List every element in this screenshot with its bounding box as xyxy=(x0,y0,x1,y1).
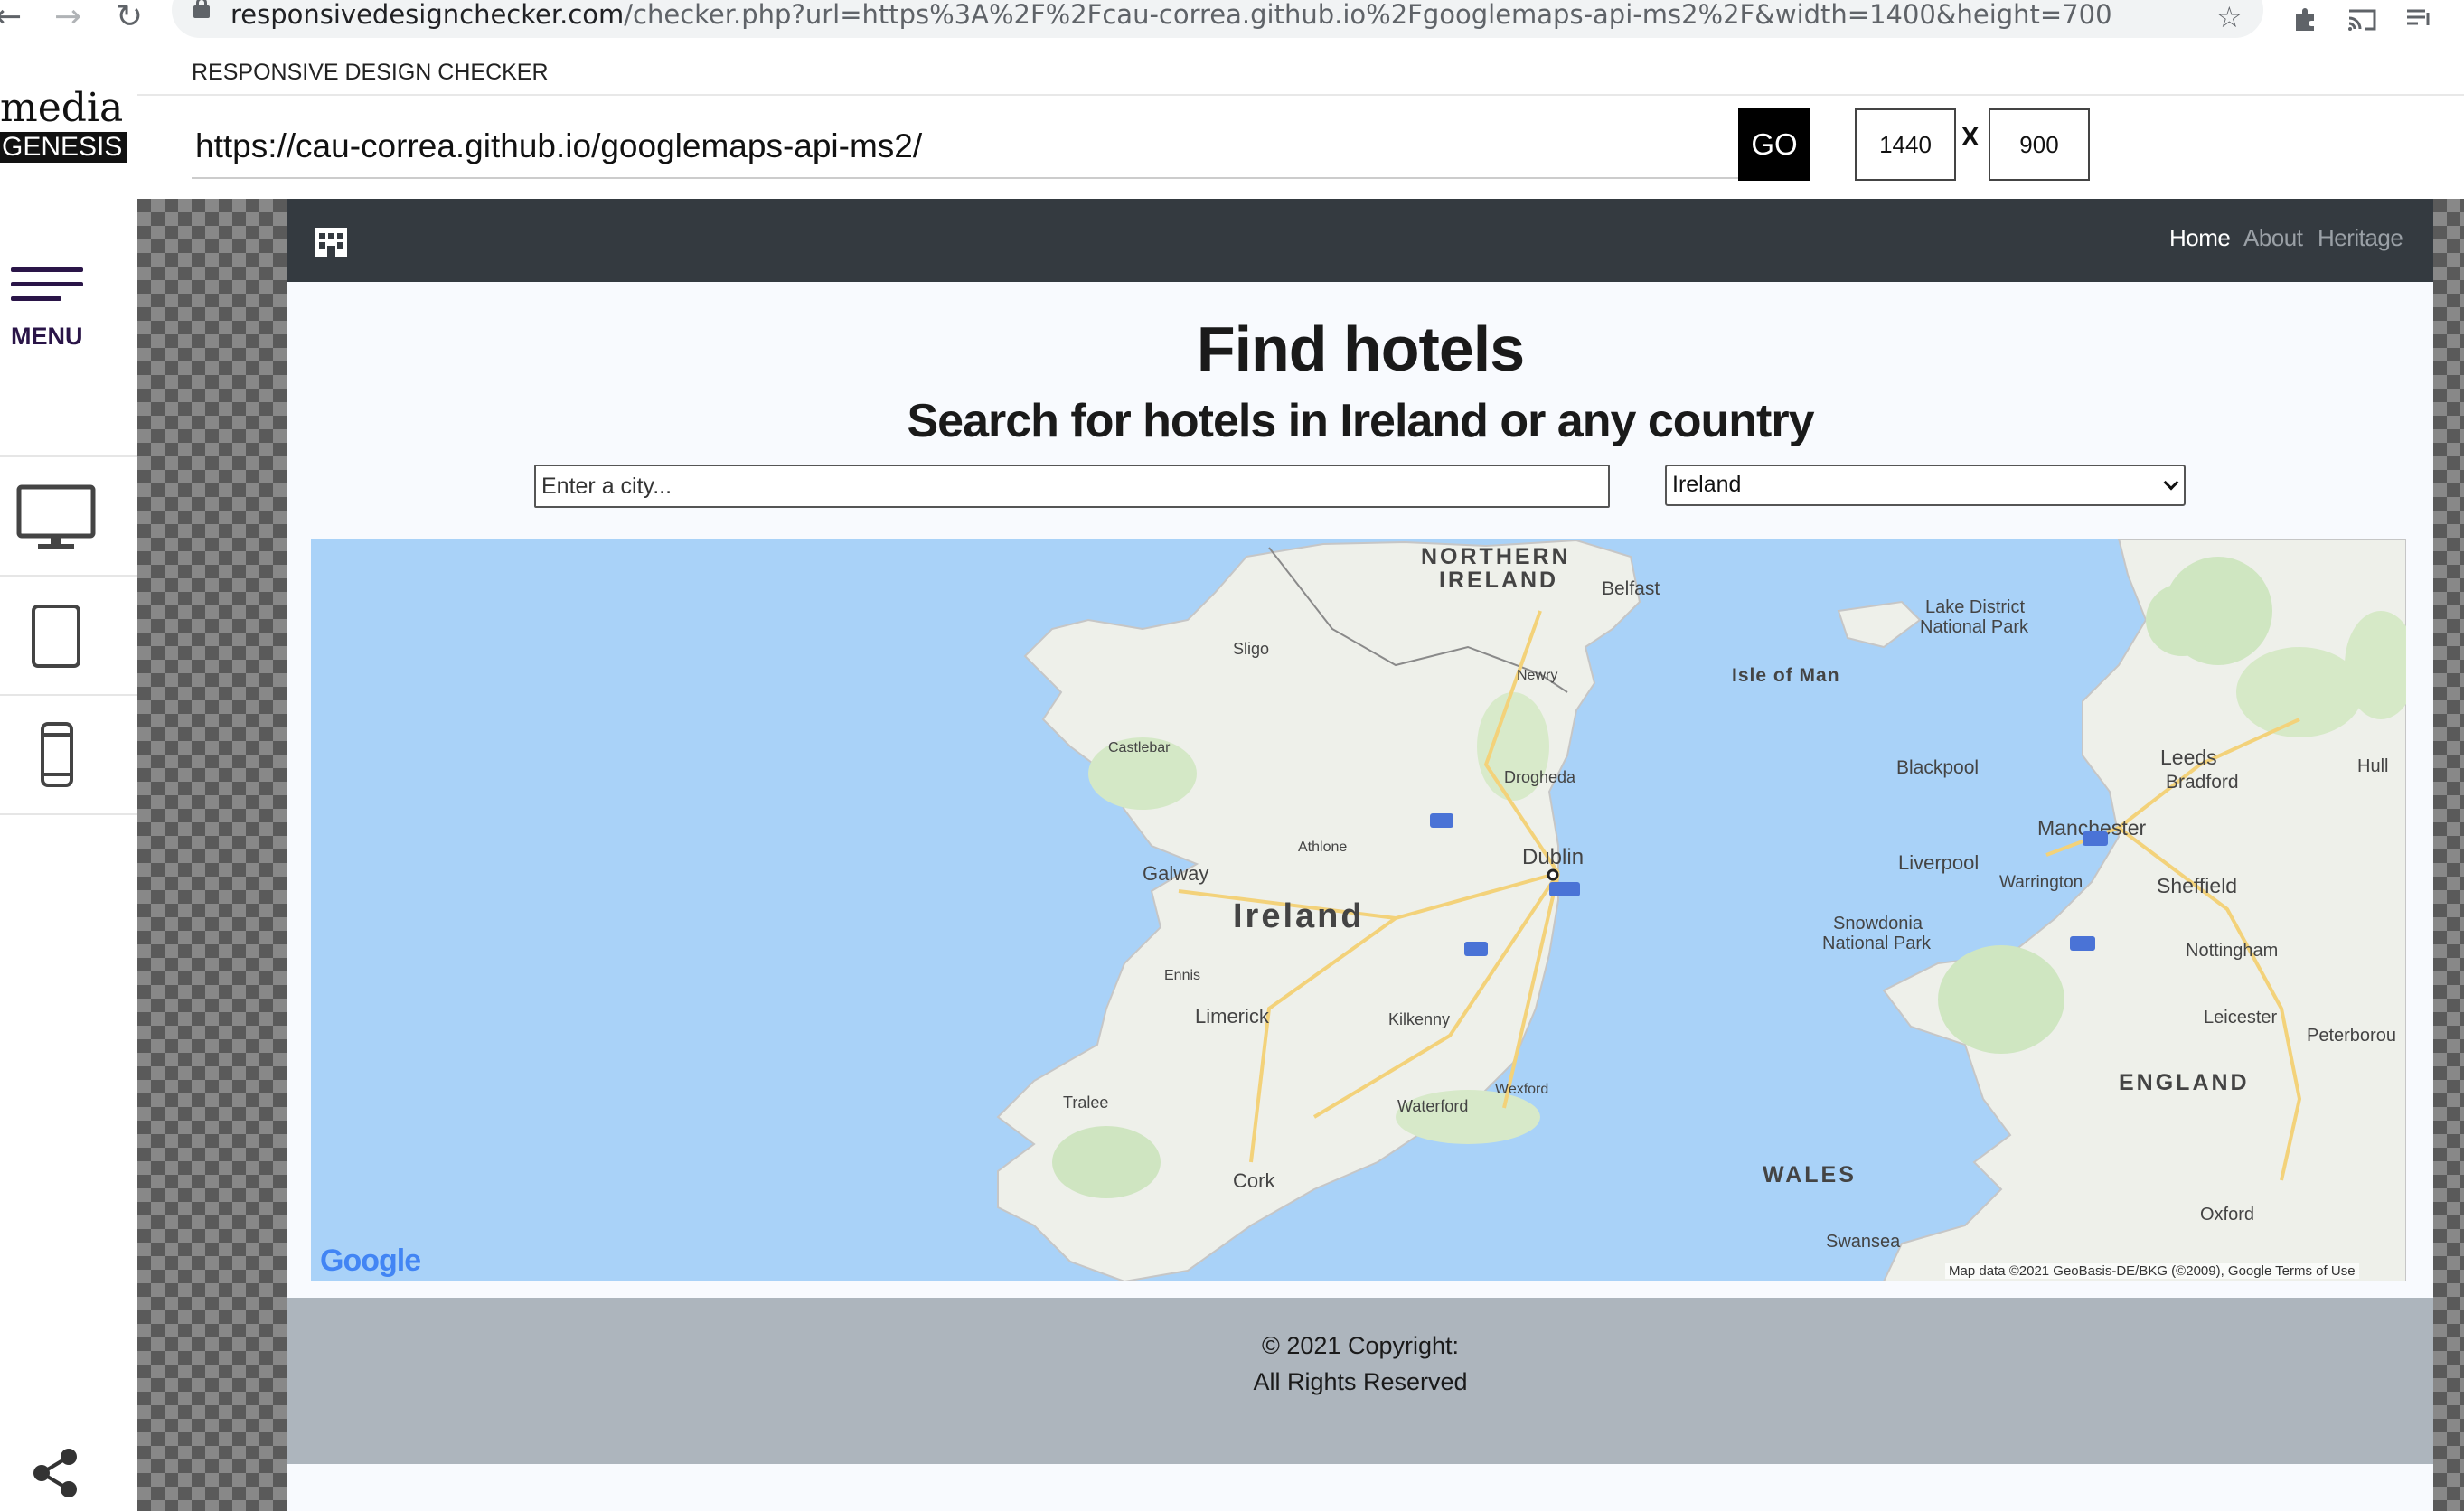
map-label-bradford: Bradford xyxy=(2166,772,2239,793)
map-label-ennis: Ennis xyxy=(1164,968,1200,983)
site-preview-frame: Home About Heritage Find hotels Search f… xyxy=(287,199,2433,1511)
desktop-icon xyxy=(16,484,96,549)
forward-arrow-icon[interactable]: → xyxy=(54,0,81,35)
go-button[interactable]: GO xyxy=(1738,108,1810,181)
nav-about-link[interactable]: About xyxy=(2243,224,2303,252)
map-label-sheffield: Sheffield xyxy=(2157,874,2237,897)
reload-icon[interactable]: ↻ xyxy=(116,0,143,35)
map-label-lake-district-2: National Park xyxy=(1920,617,2029,637)
footer-rights: All Rights Reserved xyxy=(1253,1368,1468,1395)
great-britain-landmass xyxy=(1882,539,2406,1281)
dimension-separator: X xyxy=(1961,123,1980,152)
map-canvas: NORTHERN IRELAND Ireland Isle of Man WAL… xyxy=(996,539,2406,1281)
browser-toolbar: ← → ↻ responsivedesignchecker.com/checke… xyxy=(0,0,2464,40)
back-arrow-icon[interactable]: ← xyxy=(0,0,22,35)
height-input[interactable] xyxy=(1989,108,2090,181)
nav-home-link[interactable]: Home xyxy=(2169,224,2231,252)
hamburger-line xyxy=(11,282,83,286)
map-label-wexford: Wexford xyxy=(1495,1082,1548,1097)
map-label-peterborough: Peterborou xyxy=(2307,1026,2396,1046)
isle-of-man xyxy=(1837,600,1922,649)
page-title: Find hotels xyxy=(1196,314,1525,384)
map-label-leeds: Leeds xyxy=(2160,746,2217,769)
map-label-swansea: Swansea xyxy=(1826,1232,1901,1252)
hamburger-icon xyxy=(11,267,83,272)
desktop-device-button[interactable] xyxy=(0,457,137,575)
tablet-device-button[interactable] xyxy=(0,577,137,694)
brand-logo-subtext: GENESIS xyxy=(0,132,128,163)
divider xyxy=(137,94,2464,96)
google-map[interactable]: NORTHERN IRELAND Ireland Isle of Man WAL… xyxy=(311,539,2406,1281)
nav-heritage-link[interactable]: Heritage xyxy=(2318,224,2403,252)
country-select-value: Ireland xyxy=(1672,472,1742,497)
map-label-hull: Hull xyxy=(2357,756,2388,776)
map-label-galway: Galway xyxy=(1143,862,1208,885)
checker-title: RESPONSIVE DESIGN CHECKER xyxy=(192,60,549,85)
brand-logo-text: media xyxy=(0,85,124,131)
phone-device-button[interactable] xyxy=(0,696,137,813)
map-label-nottingham: Nottingham xyxy=(2186,941,2278,961)
tablet-icon xyxy=(32,605,80,668)
preview-background xyxy=(2433,199,2464,1511)
map-label-athlone: Athlone xyxy=(1298,840,1347,855)
google-logo-text: Google xyxy=(320,1244,421,1278)
city-search-input[interactable] xyxy=(534,465,1610,508)
map-label-warrington: Warrington xyxy=(1999,873,2083,892)
map-label-england: ENGLAND xyxy=(2119,1070,2250,1095)
map-label-newry: Newry xyxy=(1517,668,1557,683)
map-attribution[interactable]: Map data ©2021 GeoBasis-DE/BKG (©2009), … xyxy=(1945,1263,2359,1279)
map-label-oxford: Oxford xyxy=(2200,1205,2254,1225)
map-label-sligo: Sligo xyxy=(1233,640,1269,658)
map-label-waterford: Waterford xyxy=(1397,1097,1468,1115)
map-label-snowdonia-2: National Park xyxy=(1822,934,1932,953)
map-label-belfast: Belfast xyxy=(1602,578,1660,599)
country-select[interactable]: Ireland xyxy=(1665,465,2186,506)
map-label-northern-ireland-2: IRELAND xyxy=(1439,568,1558,593)
map-label-kilkenny: Kilkenny xyxy=(1388,1010,1450,1028)
map-label-limerick: Limerick xyxy=(1195,1005,1270,1028)
menu-label: MENU xyxy=(11,323,83,350)
map-label-northern-ireland: NORTHERN xyxy=(1421,544,1571,569)
extensions-icon[interactable] xyxy=(2292,5,2319,33)
lock-icon[interactable] xyxy=(193,0,210,18)
map-label-ireland: Ireland xyxy=(1233,897,1365,935)
google-logo: Google xyxy=(320,1244,421,1279)
map-label-blackpool: Blackpool xyxy=(1896,757,1979,778)
map-label-castlebar: Castlebar xyxy=(1108,740,1171,756)
share-icon[interactable] xyxy=(31,1448,80,1498)
reading-list-icon[interactable] xyxy=(2404,5,2435,33)
footer-copyright: © 2021 Copyright: xyxy=(1261,1332,1460,1359)
address-bar-url[interactable]: responsivedesignchecker.com/checker.php?… xyxy=(230,0,2112,30)
cast-icon[interactable] xyxy=(2346,5,2377,33)
map-label-lake-district: Lake District xyxy=(1925,597,2025,617)
map-label-tralee: Tralee xyxy=(1063,1093,1108,1112)
divider xyxy=(0,813,137,815)
site-navbar: Home About Heritage xyxy=(287,199,2433,282)
map-label-wales: WALES xyxy=(1763,1162,1857,1187)
site-footer: © 2021 Copyright: All Rights Reserved xyxy=(287,1298,2433,1464)
preview-background xyxy=(137,199,287,1511)
map-label-liverpool: Liverpool xyxy=(1898,851,1979,874)
chevron-down-icon xyxy=(2163,474,2179,491)
page-subtitle: Search for hotels in Ireland or any coun… xyxy=(907,395,1814,447)
map-label-snowdonia: Snowdonia xyxy=(1833,914,1923,934)
map-label-drogheda: Drogheda xyxy=(1504,768,1576,786)
bookmark-star-icon[interactable]: ☆ xyxy=(2216,0,2243,34)
map-label-dublin: Dublin xyxy=(1522,845,1584,869)
width-input[interactable] xyxy=(1855,108,1956,181)
map-label-leicester: Leicester xyxy=(2204,1008,2277,1028)
hotel-icon[interactable] xyxy=(315,228,347,257)
map-label-cork: Cork xyxy=(1233,1169,1275,1192)
phone-icon xyxy=(41,722,73,787)
hamburger-line xyxy=(11,296,61,301)
test-url-input[interactable] xyxy=(192,110,1739,179)
map-label-isle-of-man: Isle of Man xyxy=(1732,665,1840,686)
